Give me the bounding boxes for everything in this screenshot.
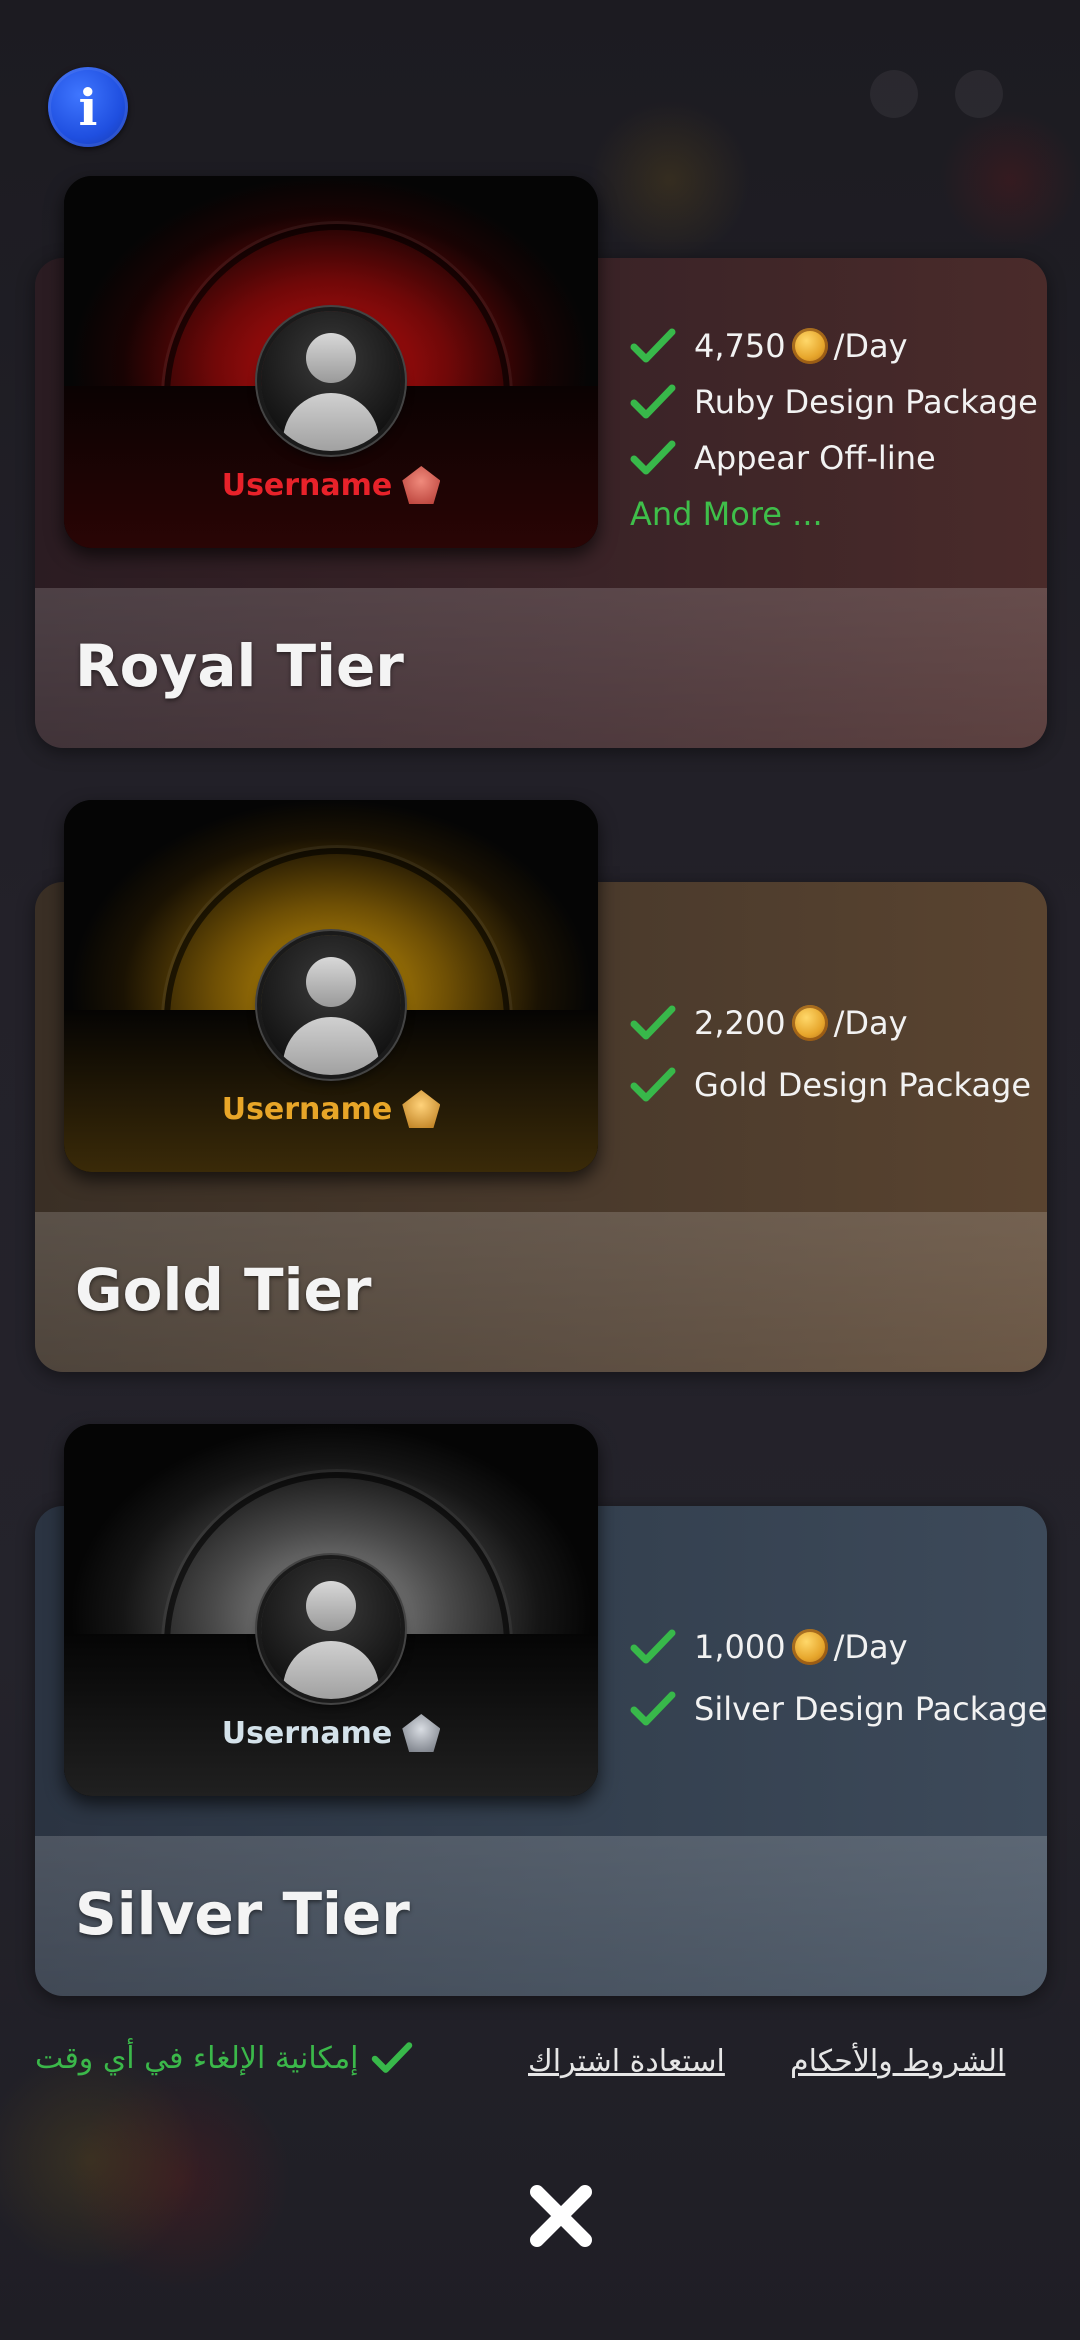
avatar — [261, 935, 401, 1075]
benefit-item: Appear Off-line — [630, 430, 1038, 486]
benefit-item: Silver Design Package — [630, 1678, 1047, 1740]
benefit-label: Ruby Design Package — [694, 383, 1038, 421]
subscription-screen: i 4,750 /Day Ruby Design Package Appear … — [0, 0, 1080, 2340]
coin-amount: 4,750 — [694, 327, 786, 365]
info-button[interactable]: i — [48, 67, 128, 147]
tier-title: Silver Tier — [75, 1880, 410, 1948]
benefit-list: 1,000 /Day Silver Design Package — [630, 1616, 1047, 1740]
coin-icon — [791, 328, 828, 364]
tier-title: Gold Tier — [75, 1256, 372, 1324]
avatar-preview-royal: Username — [64, 176, 598, 548]
avatar — [261, 1559, 401, 1699]
check-icon — [630, 1005, 676, 1040]
silver-badge-icon — [402, 1714, 441, 1752]
benefit-list: 2,200 /Day Gold Design Package — [630, 992, 1031, 1116]
and-more-link[interactable]: And More ... — [630, 486, 1038, 542]
username-row: Username — [64, 1714, 598, 1752]
benefit-label: Gold Design Package — [694, 1066, 1032, 1104]
username-label: Username — [221, 1091, 393, 1127]
benefit-item: Ruby Design Package — [630, 374, 1038, 430]
cancel-note-text: إمكانية الإلغاء في أي وقت — [35, 2040, 359, 2076]
footer-row: إمكانية الإلغاء في أي وقت استعادة اشتراك… — [0, 2040, 1080, 2100]
coin-icon — [791, 1005, 828, 1041]
check-icon — [371, 2042, 412, 2073]
benefit-item: Gold Design Package — [630, 1054, 1031, 1116]
cancel-anytime-note: إمكانية الإلغاء في أي وقت — [35, 2040, 413, 2076]
per-day-label: /Day — [833, 1004, 908, 1042]
avatar — [261, 311, 401, 451]
per-day-label: /Day — [833, 1628, 908, 1666]
benefit-label: Silver Design Package — [694, 1690, 1047, 1728]
benefit-list: 4,750 /Day Ruby Design Package Appear Of… — [630, 318, 1038, 542]
coin-icon — [791, 1629, 828, 1665]
check-icon — [630, 1067, 676, 1102]
ruby-badge-icon — [402, 466, 441, 504]
username-label: Username — [221, 1715, 393, 1751]
coin-amount: 2,200 — [694, 1004, 786, 1042]
close-icon[interactable] — [525, 2180, 597, 2252]
check-icon — [630, 384, 676, 419]
avatar-preview-gold: Username — [64, 800, 598, 1172]
check-icon — [630, 1691, 676, 1726]
gold-badge-icon — [402, 1090, 441, 1128]
benefit-item: 4,750 /Day — [630, 318, 1038, 374]
background-blur-icon — [955, 70, 1003, 118]
terms-link[interactable]: الشروط والأحكام — [790, 2044, 1005, 2079]
tier-title: Royal Tier — [75, 632, 404, 700]
check-icon — [630, 328, 676, 363]
avatar-preview-silver: Username — [64, 1424, 598, 1796]
check-icon — [630, 1629, 676, 1664]
username-row: Username — [64, 466, 598, 504]
benefit-item: 1,000 /Day — [630, 1616, 1047, 1678]
restore-subscription-link[interactable]: استعادة اشتراك — [528, 2044, 725, 2079]
benefit-label: Appear Off-line — [694, 439, 936, 477]
background-blur-icon — [870, 70, 918, 118]
info-icon: i — [78, 77, 98, 137]
check-icon — [630, 440, 676, 475]
coin-amount: 1,000 — [694, 1628, 786, 1666]
per-day-label: /Day — [833, 327, 908, 365]
username-row: Username — [64, 1090, 598, 1128]
username-label: Username — [221, 467, 393, 503]
benefit-item: 2,200 /Day — [630, 992, 1031, 1054]
